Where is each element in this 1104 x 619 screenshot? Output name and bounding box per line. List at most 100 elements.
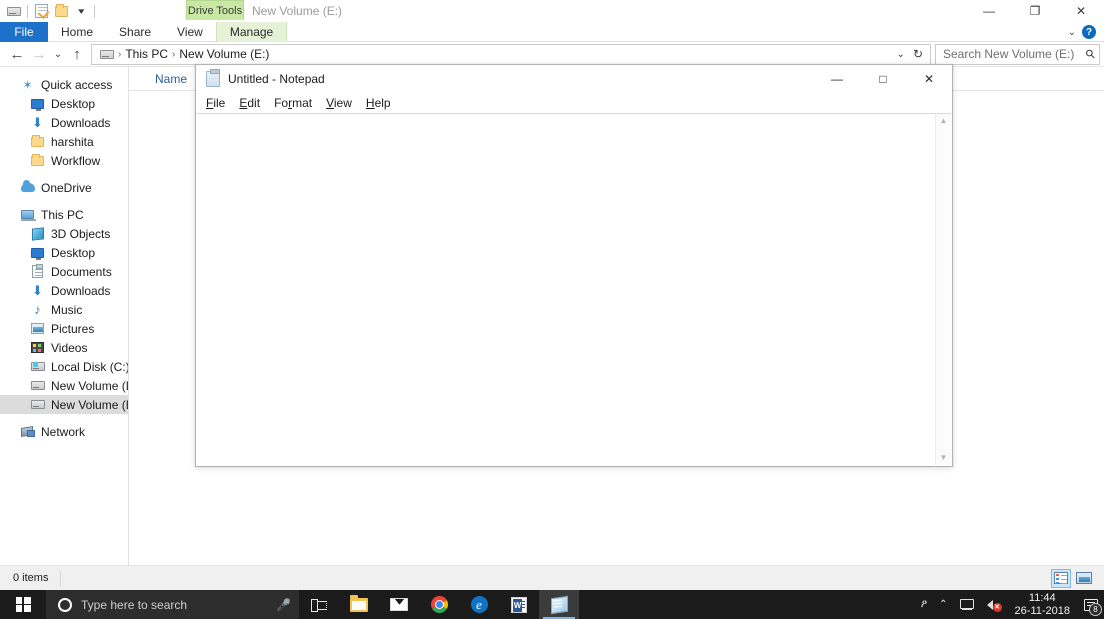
pictures-icon [30,321,45,336]
sidebar-item-downloads-qa[interactable]: ⬇ Downloads [0,113,128,132]
sidebar-item-3d-objects[interactable]: 3D Objects [0,224,128,243]
volume-button[interactable]: ✕ [980,590,1007,619]
nav-label: This PC [41,207,84,222]
sidebar-item-this-pc[interactable]: This PC [0,205,128,224]
scroll-up-icon[interactable]: ▲ [940,114,948,128]
start-button[interactable] [0,590,46,619]
folder-icon [30,134,45,149]
sidebar-item-new-volume-d[interactable]: New Volume (D:) [0,376,128,395]
quick-access-toolbar: ▾ [0,0,98,22]
download-icon: ⬇ [32,283,43,298]
sidebar-item-pictures[interactable]: Pictures [0,319,128,338]
sidebar-item-music[interactable]: ♪ Music [0,300,128,319]
taskbar-search-input[interactable]: Type here to search 🎤 [46,590,299,619]
cloud-icon [20,180,35,195]
nav-label: Network [41,424,86,439]
sidebar-item-videos[interactable]: Videos [0,338,128,357]
notepad-close-button[interactable]: ✕ [906,65,952,93]
menu-file[interactable]: File [199,94,232,112]
3d-objects-icon [30,226,45,241]
people-button[interactable]: ዖ [915,590,933,619]
nav-group-quick-access[interactable]: ✶ Quick access [0,75,128,94]
word-button[interactable] [499,590,539,619]
address-history-caret-icon[interactable]: ⌄ [894,49,908,60]
mail-button[interactable] [379,590,419,619]
videos-icon [30,340,45,355]
qat-divider [27,4,28,18]
address-drive-icon [97,44,117,64]
file-explorer-button[interactable] [339,590,379,619]
minimize-button[interactable]: — [966,0,1012,22]
windows-logo-icon [15,597,31,612]
chevron-up-icon: ⌃ [939,599,948,610]
sidebar-item-local-disk-c[interactable]: Local Disk (C:) [0,357,128,376]
notepad-title-bar[interactable]: Untitled - Notepad — □ ✕ [196,65,952,93]
sidebar-item-workflow[interactable]: Workflow [0,151,128,170]
drive-icon[interactable] [4,1,24,21]
sidebar-item-documents[interactable]: Documents [0,262,128,281]
notepad-taskbar-button[interactable] [539,590,579,619]
sidebar-item-network[interactable]: Network [0,422,128,441]
menu-edit[interactable]: Edit [232,94,267,112]
nav-label: Desktop [51,96,96,111]
tab-manage[interactable]: Manage [215,22,288,42]
breadcrumb-this-pc[interactable]: This PC [122,47,171,61]
large-icons-view-button[interactable] [1074,569,1094,588]
ribbon-tab-bar: File Home Share View Manage ⌄ ? [0,22,1104,42]
back-button[interactable]: ← [6,43,28,65]
tab-file[interactable]: File [0,22,48,42]
menu-format[interactable]: Format [267,94,319,112]
notepad-icon [550,595,568,614]
edge-button[interactable]: e [459,590,499,619]
tab-view[interactable]: View [164,22,216,42]
tab-share[interactable]: Share [106,22,164,42]
network-button[interactable] [954,590,980,619]
notepad-vertical-scrollbar[interactable]: ▲ ▼ [935,114,951,465]
breadcrumb-new-volume-e[interactable]: New Volume (E:) [176,47,272,61]
sidebar-item-onedrive[interactable]: OneDrive [0,178,128,197]
search-input[interactable]: Search New Volume (E:) ⚲ [935,43,1100,65]
action-center-button[interactable]: 8 [1078,590,1104,619]
notepad-minimize-button[interactable]: — [814,65,860,93]
nav-label: harshita [51,134,94,149]
recent-locations-button[interactable]: ⌄ [50,43,66,65]
drive-icon [30,378,45,393]
taskbar: Type here to search 🎤 e ዖ ⌃ ✕ 11:44 26-1… [0,590,1104,619]
explorer-window-controls: — ❐ ✕ [966,0,1104,22]
scroll-down-icon[interactable]: ▼ [940,451,948,465]
chrome-button[interactable] [419,590,459,619]
refresh-icon[interactable]: ↻ [910,47,926,61]
notepad-text-area[interactable] [197,114,935,465]
chrome-icon [430,596,448,613]
mail-icon [390,598,408,611]
address-input[interactable]: › This PC › New Volume (E:) ⌄ ↻ [91,43,931,65]
sidebar-item-new-volume-e[interactable]: New Volume (E:) [0,395,128,414]
download-icon: ⬇ [32,115,43,130]
tab-home[interactable]: Home [48,22,106,42]
sidebar-item-harshita[interactable]: harshita [0,132,128,151]
up-button[interactable]: ↑ [66,43,88,65]
menu-view[interactable]: View [319,94,359,112]
customize-qat-caret-icon[interactable]: ▾ [71,1,91,21]
clock[interactable]: 11:44 26-11-2018 [1007,590,1078,619]
microphone-icon[interactable]: 🎤 [276,598,291,612]
new-folder-icon[interactable] [51,1,71,21]
help-icon[interactable]: ? [1082,25,1096,39]
forward-button[interactable]: → [28,43,50,65]
show-hidden-icons-button[interactable]: ⌃ [933,590,953,619]
restore-button[interactable]: ❐ [1012,0,1058,22]
address-bar-right: ⌄ ↻ [894,47,928,61]
sidebar-item-desktop[interactable]: Desktop [0,243,128,262]
nav-label: Downloads [51,115,111,130]
sidebar-item-desktop-qa[interactable]: Desktop [0,94,128,113]
close-button[interactable]: ✕ [1058,0,1104,22]
notepad-maximize-button[interactable]: □ [860,65,906,93]
sidebar-item-downloads[interactable]: ⬇ Downloads [0,281,128,300]
details-view-button[interactable] [1051,568,1071,588]
properties-icon[interactable] [31,1,51,21]
notepad-window-controls: — □ ✕ [814,65,952,93]
expand-ribbon-icon[interactable]: ⌄ [1068,27,1076,38]
pin-star-icon: ✶ [22,77,33,92]
menu-help[interactable]: Help [359,94,398,112]
task-view-button[interactable] [299,590,339,619]
